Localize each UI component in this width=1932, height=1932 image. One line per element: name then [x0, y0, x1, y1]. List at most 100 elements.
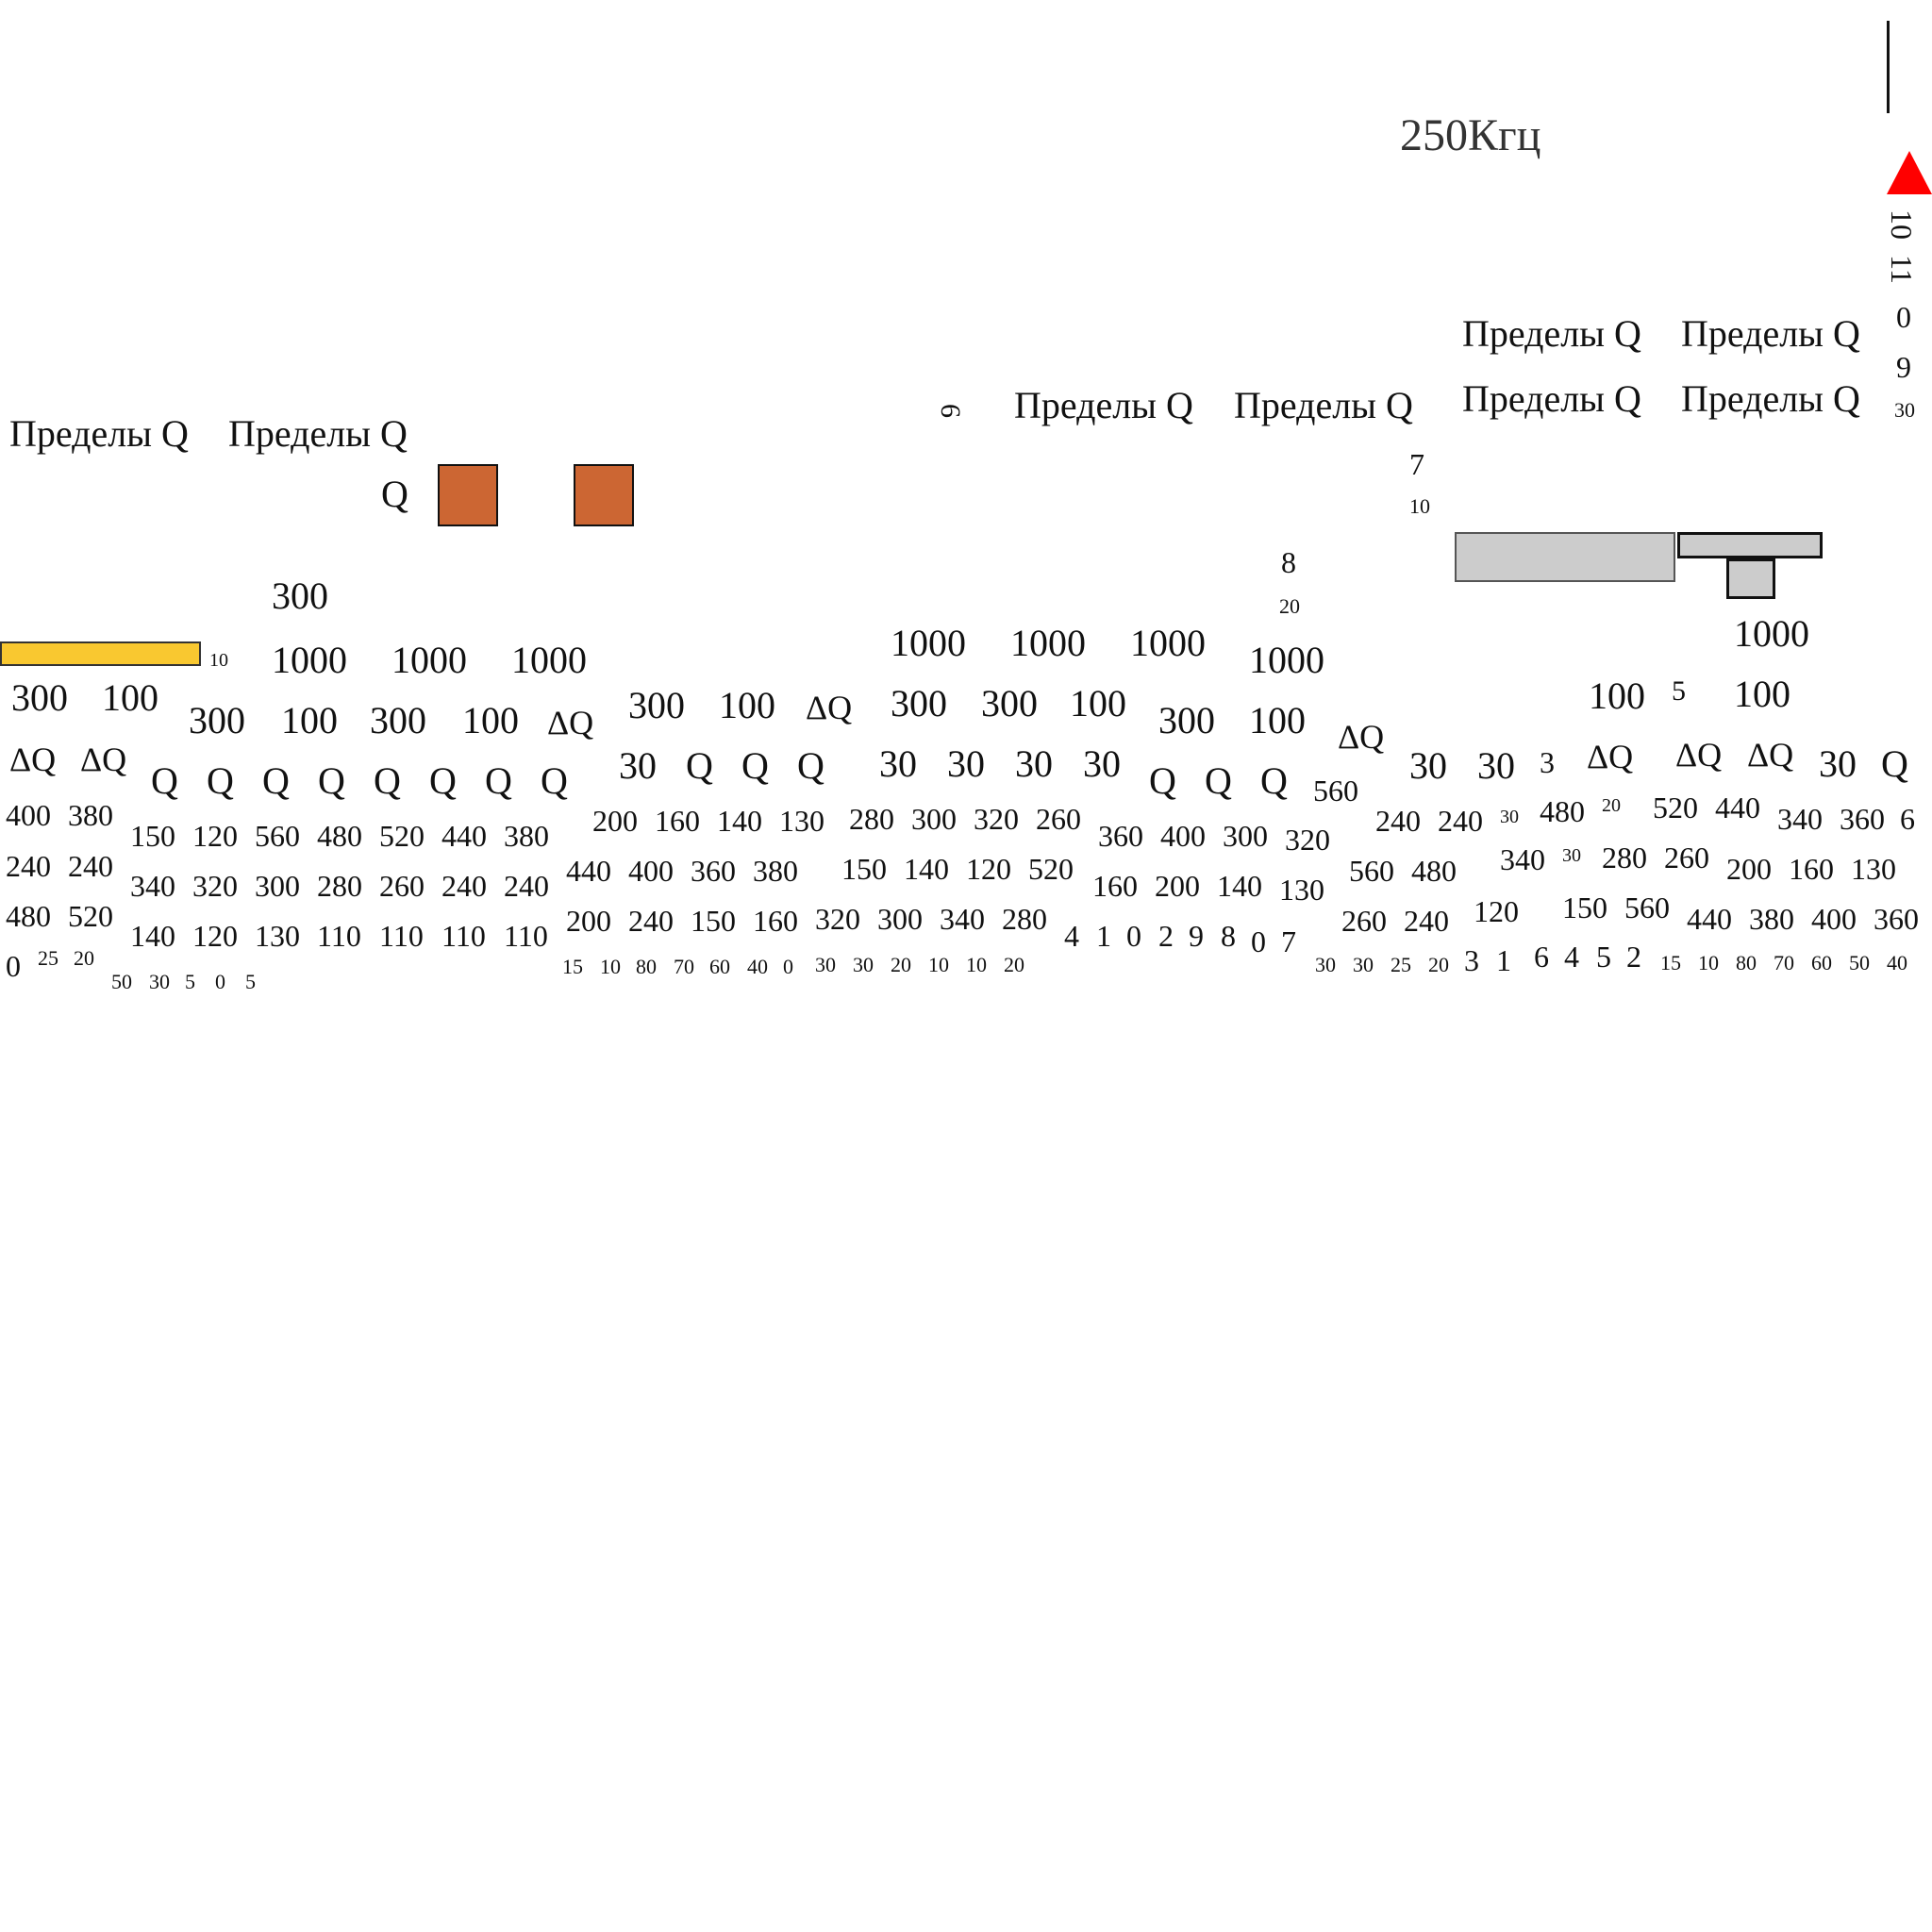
number: 240	[441, 869, 487, 903]
number: 160	[1092, 869, 1138, 903]
number: 100	[1249, 699, 1306, 741]
small-number: 25	[38, 946, 58, 970]
number: 400	[1160, 819, 1206, 853]
number-9: 9	[1896, 350, 1911, 384]
number: 320	[974, 802, 1019, 836]
number: 100	[102, 676, 158, 719]
number: 240	[1404, 904, 1449, 938]
q-label: Q	[318, 759, 345, 802]
number: 6	[1900, 802, 1915, 836]
vertical-number-10: 10	[1885, 209, 1919, 240]
small-number: 30	[1500, 807, 1519, 827]
limits-label: Пределы Q	[1681, 377, 1860, 420]
number: 1000	[1130, 622, 1206, 664]
number: 30	[1819, 742, 1857, 785]
number: 1	[1096, 919, 1111, 953]
number: 8	[1281, 545, 1296, 579]
number: 110	[379, 919, 424, 953]
number: 520	[68, 899, 113, 933]
small-number: 10	[966, 953, 987, 976]
number: 260	[1036, 802, 1081, 836]
number: 320	[192, 869, 238, 903]
small-number: 80	[636, 955, 657, 978]
small-number: 10	[1698, 951, 1719, 974]
number: 0	[1251, 924, 1266, 958]
number: 280	[849, 802, 894, 836]
number: 520	[379, 819, 425, 853]
small-number: 20	[1428, 953, 1449, 976]
small-number: 15	[562, 955, 583, 978]
small-number: 40	[747, 955, 768, 978]
number: 260	[379, 869, 425, 903]
number: 380	[504, 819, 549, 853]
number: 30	[619, 744, 657, 787]
frequency-label: 250Кгц	[1400, 110, 1541, 160]
vertical-number-6: 6	[935, 404, 966, 418]
number: 300	[272, 575, 328, 617]
number: 1000	[511, 639, 587, 681]
vertical-line	[1887, 21, 1890, 113]
small-number: 50	[1849, 951, 1870, 974]
number: 240	[628, 904, 674, 938]
number: 400	[628, 854, 674, 888]
number: 560	[1624, 891, 1670, 924]
number: 130	[1851, 852, 1896, 886]
vertical-number-11: 11	[1885, 255, 1919, 284]
number: 320	[1285, 823, 1330, 857]
limits-label: Пределы Q	[1014, 384, 1193, 426]
number: 340	[940, 902, 985, 936]
small-number: 15	[1660, 951, 1681, 974]
small-number: 10	[1409, 494, 1430, 518]
delta-q-label: ΔQ	[806, 689, 853, 726]
small-number: 20	[1004, 953, 1024, 976]
number: 280	[1002, 902, 1047, 936]
number: 3	[1540, 745, 1555, 779]
number: 520	[1653, 791, 1698, 824]
number: 30	[947, 742, 985, 785]
q-label: Q	[262, 759, 290, 802]
number: 360	[1840, 802, 1885, 836]
number: 1000	[272, 639, 347, 681]
number: 2	[1158, 919, 1174, 953]
small-number: 20	[1602, 795, 1621, 816]
number: 8	[1221, 919, 1236, 953]
small-number: 50	[111, 970, 132, 993]
number: 360	[1098, 819, 1143, 853]
number: 110	[441, 919, 486, 953]
number: 100	[281, 699, 338, 741]
small-number: 70	[674, 955, 694, 978]
number: 380	[68, 798, 113, 832]
number: 5	[1672, 675, 1686, 707]
number: 120	[966, 852, 1011, 886]
limits-label: Пределы Q	[1681, 312, 1860, 355]
number: 100	[1734, 673, 1790, 715]
small-number: 30	[1353, 953, 1374, 976]
number: 360	[691, 854, 736, 888]
number: 440	[1687, 902, 1732, 936]
q-label: Q	[686, 744, 713, 787]
number: 300	[911, 802, 957, 836]
number: 120	[1474, 894, 1519, 928]
limits-label: Пределы Q	[1234, 384, 1413, 426]
small-number: 5	[245, 970, 256, 993]
q-label: Q	[485, 759, 512, 802]
number: 260	[1664, 841, 1709, 874]
number: 1000	[1010, 622, 1086, 664]
number: 480	[6, 899, 51, 933]
number: 30	[1015, 742, 1053, 785]
small-number: 20	[74, 946, 94, 970]
small-number: 25	[1391, 953, 1411, 976]
number: 240	[1438, 804, 1483, 838]
number: 480	[317, 819, 362, 853]
number: 9	[1189, 919, 1204, 953]
number: 1000	[391, 639, 467, 681]
number: 480	[1411, 854, 1457, 888]
small-number: 30	[1562, 845, 1581, 866]
number: 1000	[891, 622, 966, 664]
small-number: 60	[709, 955, 730, 978]
small-number: 0	[215, 970, 225, 993]
q-label: Q	[541, 759, 568, 802]
delta-q-label: ΔQ	[80, 741, 127, 778]
number: 300	[628, 684, 685, 726]
number: 300	[877, 902, 923, 936]
